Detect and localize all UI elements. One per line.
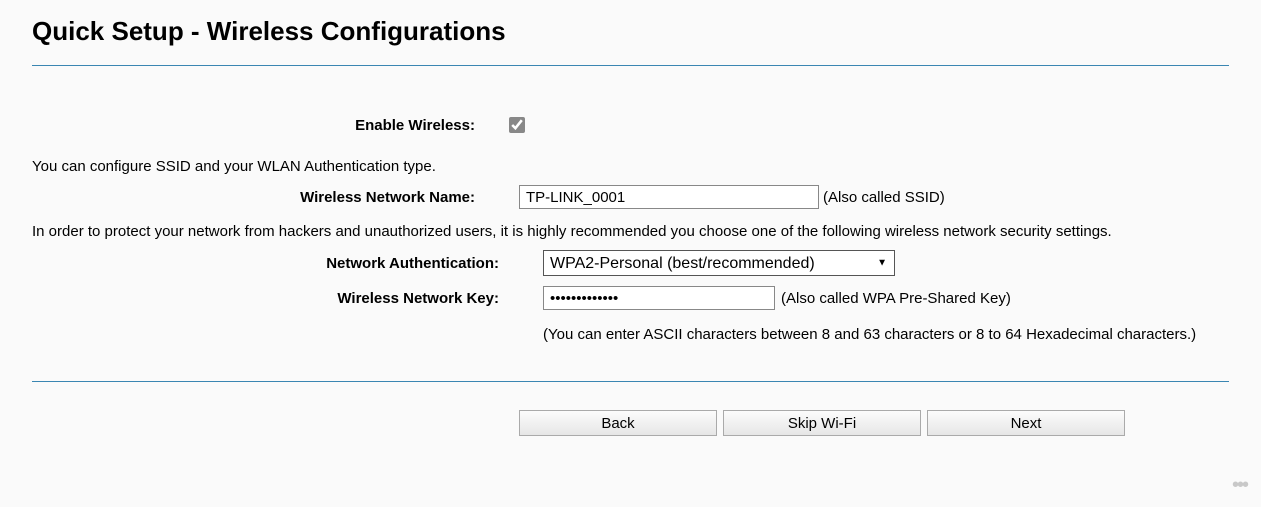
- enable-wireless-label: Enable Wireless:: [32, 117, 487, 134]
- next-button[interactable]: Next: [927, 410, 1125, 436]
- skip-wifi-button[interactable]: Skip Wi-Fi: [723, 410, 921, 436]
- key-label: Wireless Network Key:: [32, 290, 511, 307]
- ssid-label: Wireless Network Name:: [32, 189, 487, 206]
- auth-select[interactable]: WPA2-Personal (best/recommended): [543, 250, 895, 276]
- key-hint: (Also called WPA Pre-Shared Key): [781, 290, 1011, 307]
- info-security-text: In order to protect your network from ha…: [32, 223, 1229, 240]
- info-ssid-text: You can configure SSID and your WLAN Aut…: [32, 158, 1229, 175]
- resize-grip-icon: •••: [1232, 474, 1247, 497]
- ssid-input[interactable]: [519, 185, 819, 209]
- back-button[interactable]: Back: [519, 410, 717, 436]
- ssid-hint: (Also called SSID): [823, 189, 945, 206]
- key-input[interactable]: [543, 286, 775, 310]
- auth-label: Network Authentication:: [32, 255, 511, 272]
- enable-wireless-checkbox[interactable]: [509, 117, 525, 133]
- divider-bottom: [32, 381, 1229, 382]
- page-title: Quick Setup - Wireless Configurations: [32, 16, 1229, 47]
- key-subhint: (You can enter ASCII characters between …: [543, 326, 1196, 343]
